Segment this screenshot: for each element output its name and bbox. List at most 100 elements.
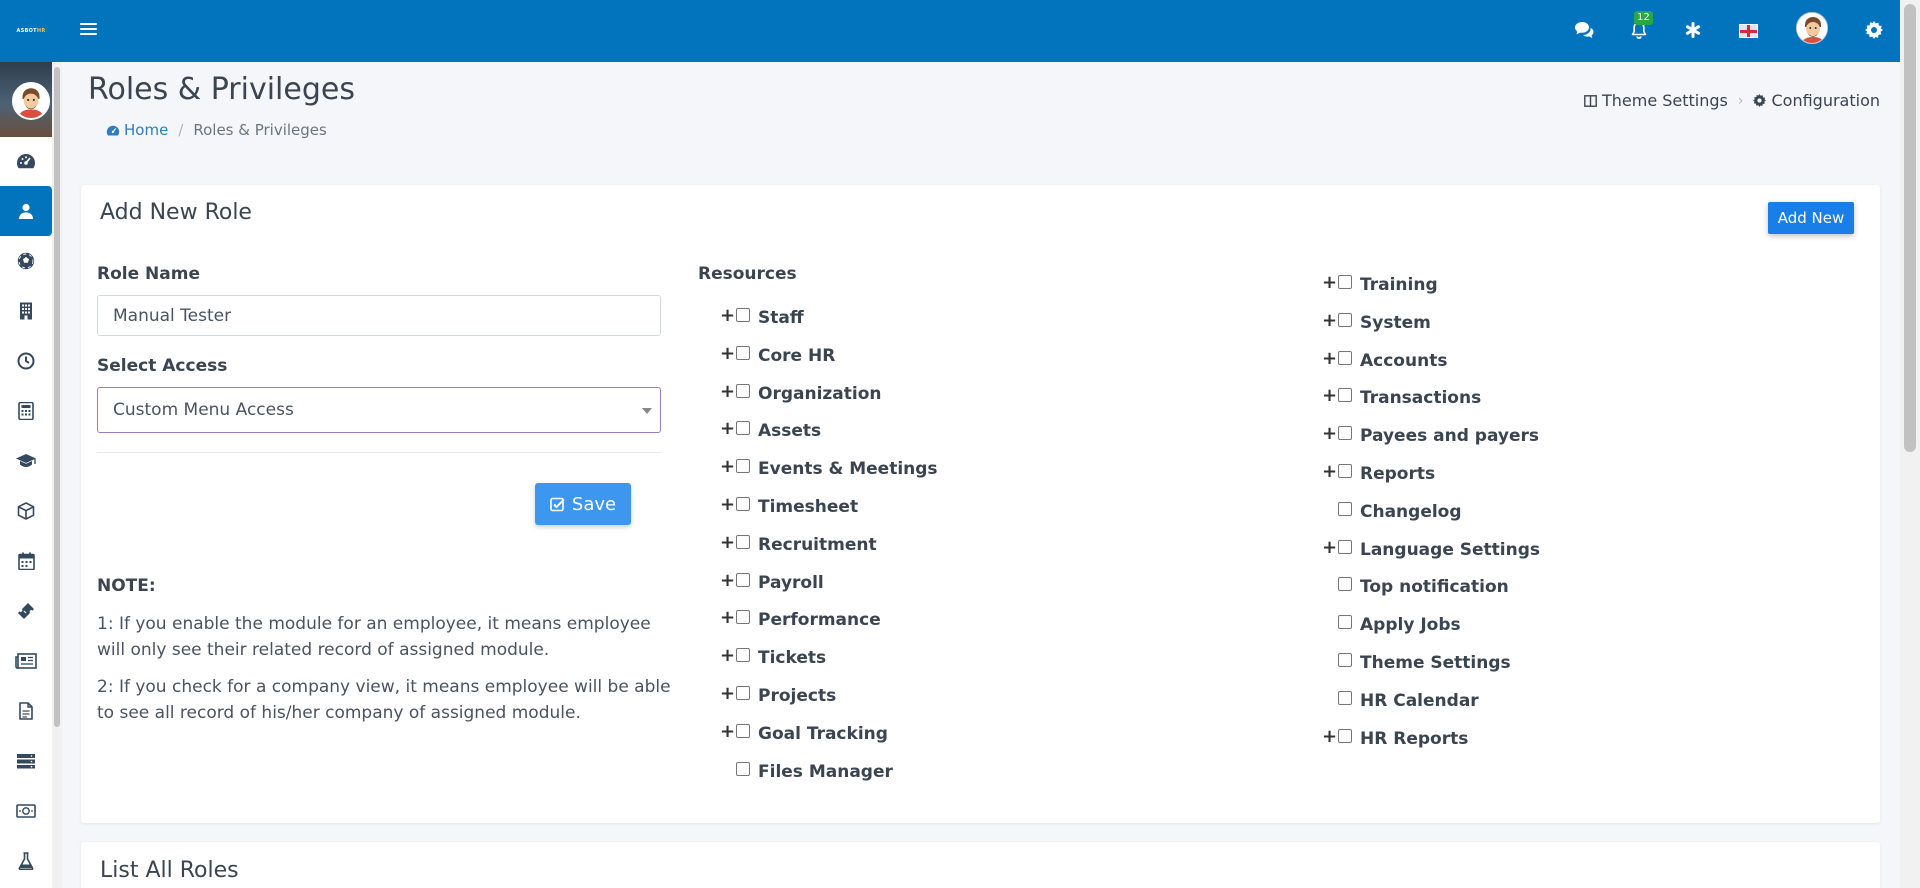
resource-label: Changelog bbox=[1360, 501, 1462, 522]
plus-icon[interactable]: + bbox=[720, 533, 735, 552]
plus-icon[interactable]: + bbox=[720, 307, 735, 325]
resource-checkbox[interactable] bbox=[736, 648, 750, 663]
resource-checkbox[interactable] bbox=[736, 459, 750, 474]
role-name-input[interactable] bbox=[97, 295, 661, 336]
note-2: 2: If you check for a company view, it m… bbox=[97, 677, 671, 723]
resource-checkbox[interactable] bbox=[736, 761, 750, 776]
resource-label: Payroll bbox=[758, 572, 824, 593]
building-icon[interactable] bbox=[0, 286, 52, 336]
resource-label: Events & Meetings bbox=[758, 459, 938, 480]
gear-icon[interactable] bbox=[1862, 18, 1886, 42]
resource-checkbox[interactable] bbox=[1338, 653, 1352, 667]
resource-checkbox[interactable] bbox=[736, 610, 750, 625]
list-roles-card bbox=[81, 842, 1880, 888]
ticket-icon[interactable] bbox=[0, 586, 52, 636]
plus-icon[interactable]: + bbox=[720, 458, 735, 476]
plus-icon[interactable]: + bbox=[720, 496, 735, 514]
plus-icon[interactable]: + bbox=[1322, 538, 1337, 557]
plus-icon[interactable]: + bbox=[1322, 349, 1337, 368]
sidebar-scroll-thumb[interactable] bbox=[54, 67, 60, 727]
calculator-icon[interactable] bbox=[0, 386, 52, 436]
plus-icon[interactable]: + bbox=[720, 647, 735, 665]
resource-checkbox[interactable] bbox=[736, 497, 750, 511]
server-icon[interactable] bbox=[0, 736, 52, 786]
plus-icon[interactable]: + bbox=[720, 420, 735, 438]
resource-label: Core HR bbox=[758, 345, 836, 366]
resource-label: Assets bbox=[758, 421, 822, 442]
resource-checkbox[interactable] bbox=[1338, 426, 1352, 441]
resource-checkbox[interactable] bbox=[736, 421, 750, 436]
avatar[interactable] bbox=[1796, 12, 1828, 44]
resource-checkbox[interactable] bbox=[1338, 388, 1352, 403]
plus-icon[interactable]: + bbox=[720, 344, 735, 363]
resource-checkbox[interactable] bbox=[736, 345, 750, 360]
top-header bbox=[0, 0, 1900, 62]
plus-icon[interactable]: + bbox=[720, 571, 735, 590]
plus-icon[interactable]: + bbox=[720, 382, 735, 401]
resource-label: Recruitment bbox=[758, 534, 877, 555]
plus-icon[interactable]: + bbox=[1322, 425, 1337, 443]
resource-checkbox[interactable] bbox=[1338, 312, 1352, 327]
plus-icon[interactable]: + bbox=[720, 685, 735, 703]
resource-label: Payees and payers bbox=[1360, 426, 1540, 447]
select-access-dropdown[interactable]: Custom Menu Access bbox=[97, 387, 661, 433]
add-new-button[interactable]: Add New bbox=[1768, 202, 1854, 234]
plus-icon[interactable]: + bbox=[1322, 274, 1337, 292]
futbol-icon[interactable] bbox=[0, 236, 52, 286]
resource-label: Organization bbox=[758, 383, 882, 404]
plus-icon[interactable]: + bbox=[720, 722, 735, 741]
plus-icon[interactable]: + bbox=[1322, 387, 1337, 405]
plus-icon[interactable]: + bbox=[1322, 311, 1337, 330]
resource-checkbox[interactable] bbox=[1338, 350, 1352, 365]
resource-label: System bbox=[1360, 312, 1431, 333]
sidebar-avatar[interactable] bbox=[12, 82, 50, 120]
flag-icon[interactable] bbox=[1739, 24, 1758, 38]
resource-checkbox[interactable] bbox=[1338, 539, 1352, 554]
card-title: Add New Role bbox=[100, 200, 252, 225]
resource-checkbox[interactable] bbox=[1338, 464, 1352, 478]
resource-label: Transactions bbox=[1360, 388, 1482, 409]
resource-checkbox[interactable] bbox=[736, 723, 750, 738]
file-icon[interactable] bbox=[0, 686, 52, 736]
divider bbox=[97, 452, 661, 453]
check-square-icon bbox=[550, 497, 565, 511]
resource-checkbox[interactable] bbox=[736, 308, 750, 322]
add-role-card bbox=[81, 185, 1880, 823]
resource-checkbox[interactable] bbox=[1338, 615, 1352, 630]
resource-checkbox[interactable] bbox=[736, 572, 750, 587]
menu-icon[interactable] bbox=[80, 20, 97, 38]
plus-icon[interactable]: + bbox=[1322, 727, 1337, 746]
cube-icon[interactable] bbox=[0, 486, 52, 536]
chat-icon[interactable] bbox=[1572, 18, 1596, 42]
money-icon[interactable] bbox=[0, 786, 52, 836]
resource-checkbox[interactable] bbox=[1338, 577, 1352, 592]
calendar-icon[interactable] bbox=[0, 536, 52, 586]
list-roles-title: List All Roles bbox=[100, 858, 239, 883]
clock-icon[interactable] bbox=[0, 336, 52, 386]
resource-checkbox[interactable] bbox=[736, 383, 750, 398]
page-scroll-thumb[interactable] bbox=[1904, 4, 1916, 452]
resource-checkbox[interactable] bbox=[736, 686, 750, 700]
theme-settings-link[interactable]: Theme Settings bbox=[1584, 91, 1728, 110]
breadcrumb-current: Roles & Privileges bbox=[193, 121, 327, 139]
gear-icon bbox=[1753, 94, 1767, 107]
plus-icon[interactable]: + bbox=[720, 609, 735, 627]
resource-label: Goal Tracking bbox=[758, 723, 888, 744]
flask-icon[interactable] bbox=[0, 836, 52, 886]
resource-checkbox[interactable] bbox=[1338, 275, 1352, 289]
newspaper-icon[interactable] bbox=[0, 636, 52, 686]
user-icon[interactable] bbox=[0, 186, 52, 236]
plus-icon[interactable]: + bbox=[1322, 463, 1337, 481]
save-button[interactable]: Save bbox=[535, 483, 631, 525]
resource-checkbox[interactable] bbox=[1338, 501, 1352, 516]
breadcrumb-home[interactable]: Home bbox=[106, 121, 168, 139]
graduation-cap-icon[interactable] bbox=[0, 436, 52, 486]
resource-checkbox[interactable] bbox=[1338, 690, 1352, 705]
dashboard-icon[interactable] bbox=[0, 136, 52, 186]
app-logo[interactable]: ASBOTHR bbox=[0, 0, 62, 62]
resource-label: Language Settings bbox=[1360, 539, 1541, 560]
resource-checkbox[interactable] bbox=[736, 534, 750, 549]
configuration-link[interactable]: Configuration bbox=[1753, 91, 1880, 110]
resource-checkbox[interactable] bbox=[1338, 728, 1352, 743]
asterisk-icon[interactable] bbox=[1681, 18, 1705, 42]
